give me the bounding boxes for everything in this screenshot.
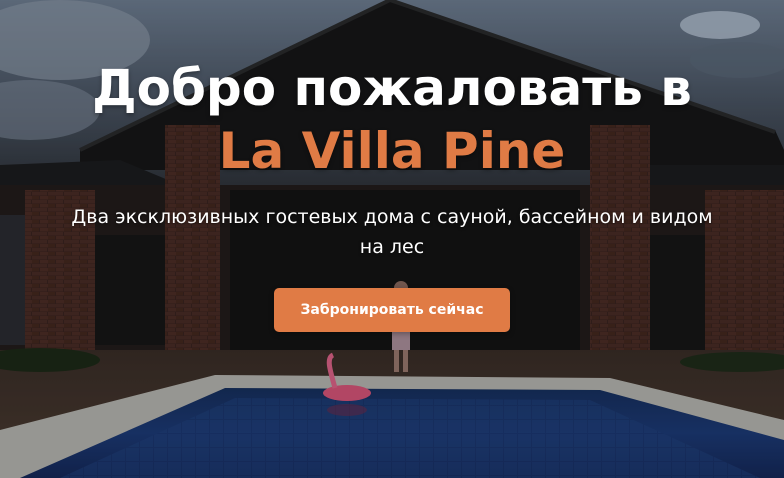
book-now-button[interactable]: Забронировать сейчас [274,288,510,332]
hero-subtitle-wrap: Два эксклюзивных гостевых дома с сауной,… [0,202,784,262]
hero-content: Добро пожаловать в La Villa Pine Два экс… [0,56,784,332]
hero-subtitle: Два эксклюзивных гостевых дома с сауной,… [71,206,713,258]
hero-title-brand: La Villa Pine [218,122,566,180]
hero-section: Добро пожаловать в La Villa Pine Два экс… [0,0,784,478]
hero-title-line1: Добро пожаловать в [92,59,692,117]
hero-title: Добро пожаловать в La Villa Pine [0,56,784,182]
